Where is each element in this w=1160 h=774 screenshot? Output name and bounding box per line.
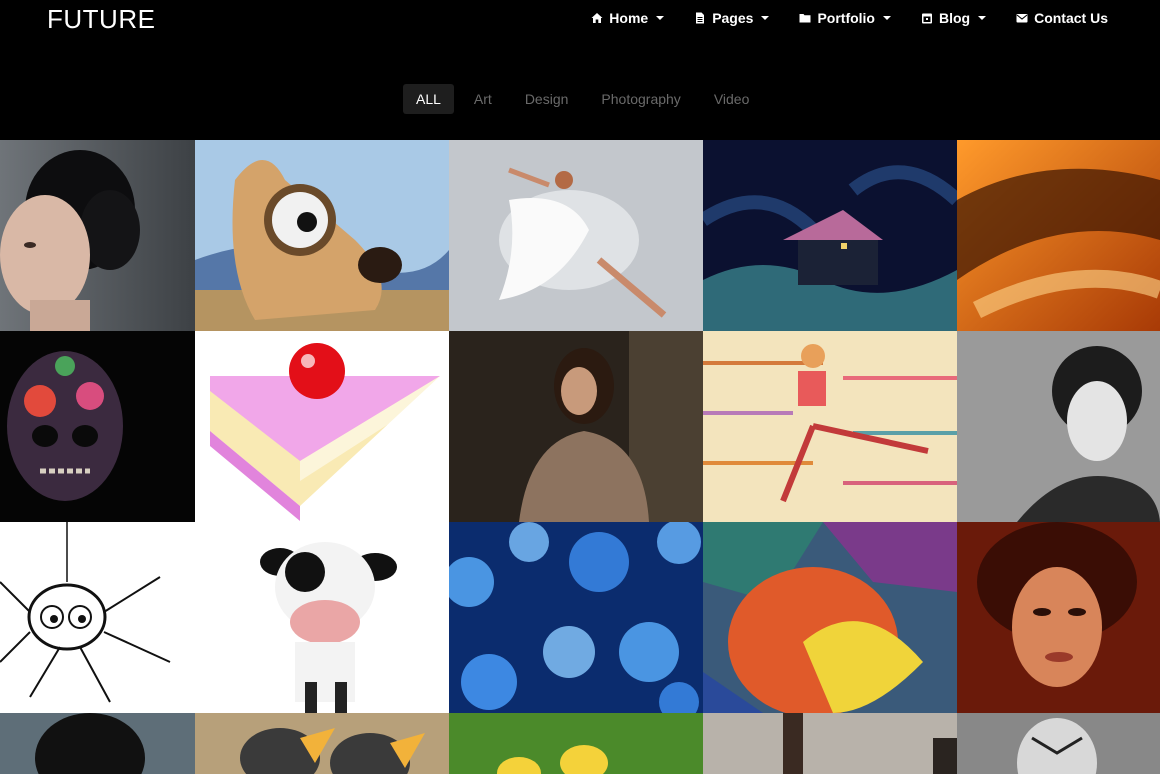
portfolio-tile-ducklings[interactable] (449, 713, 703, 774)
chevron-down-icon (761, 16, 770, 20)
nav-item-pages[interactable]: Pages (694, 10, 770, 26)
filter-all[interactable]: ALL (403, 84, 454, 114)
portfolio-tile-woman-partial[interactable] (0, 713, 195, 774)
calendar-icon (921, 13, 932, 24)
chevron-down-icon (656, 16, 665, 20)
nav-item-label: Contact Us (1034, 10, 1108, 26)
portfolio-tile-baby-birds[interactable] (195, 713, 449, 774)
portfolio-tile-cake-slice[interactable] (195, 331, 449, 522)
filter-art[interactable]: Art (461, 84, 505, 114)
nav-item-label: Blog (938, 10, 971, 26)
portfolio-filters: ALL Art Design Photography Video (403, 84, 769, 114)
nav-item-label: Pages (712, 10, 754, 26)
portfolio-tile-running-girl[interactable] (703, 331, 957, 522)
portfolio-tile-dancer-splash[interactable] (449, 140, 703, 331)
nav-item-portfolio[interactable]: Portfolio (799, 10, 891, 26)
portfolio-tile-cartoon-dog[interactable] (195, 140, 449, 331)
portfolio-tile-statue-sky[interactable] (703, 713, 957, 774)
nav-item-blog[interactable]: Blog (921, 10, 987, 26)
home-icon (591, 13, 603, 23)
portfolio-tile-house-night[interactable] (703, 140, 957, 331)
portfolio-tile-cartoon-cow[interactable] (195, 522, 449, 713)
chevron-down-icon (882, 16, 891, 20)
portfolio-tile-woman-brown-dress[interactable] (449, 331, 703, 522)
portfolio-tile-man-bw[interactable] (957, 713, 1160, 774)
portfolio-tile-scribble-spider[interactable] (0, 522, 195, 713)
portfolio-tile-woman-portrait[interactable] (0, 140, 195, 331)
page-icon (696, 12, 705, 24)
portfolio-tile-blue-bokeh[interactable] (449, 522, 703, 713)
filter-photography[interactable]: Photography (588, 84, 693, 114)
portfolio-tile-orange-abstract[interactable] (957, 140, 1160, 331)
portfolio-tile-woman-red-light[interactable] (957, 522, 1160, 713)
nav-item-contact[interactable]: Contact Us (1016, 10, 1108, 26)
portfolio-tile-woman-bw[interactable] (957, 331, 1160, 522)
envelope-icon (1016, 14, 1028, 23)
filter-design[interactable]: Design (512, 84, 582, 114)
chevron-down-icon (978, 16, 987, 20)
filter-video[interactable]: Video (701, 84, 763, 114)
portfolio-tile-stained-glass[interactable] (703, 522, 957, 713)
nav-item-label: Portfolio (817, 10, 875, 26)
main-nav: Home Pages Portfolio Blog Contact Us (591, 10, 1108, 26)
portfolio-tile-painted-skull[interactable] (0, 331, 195, 522)
nav-item-label: Home (609, 10, 649, 26)
portfolio-grid (0, 140, 1160, 774)
nav-item-home[interactable]: Home (591, 10, 665, 26)
site-logo[interactable]: FUTURE (47, 4, 155, 35)
folder-icon (799, 14, 811, 23)
